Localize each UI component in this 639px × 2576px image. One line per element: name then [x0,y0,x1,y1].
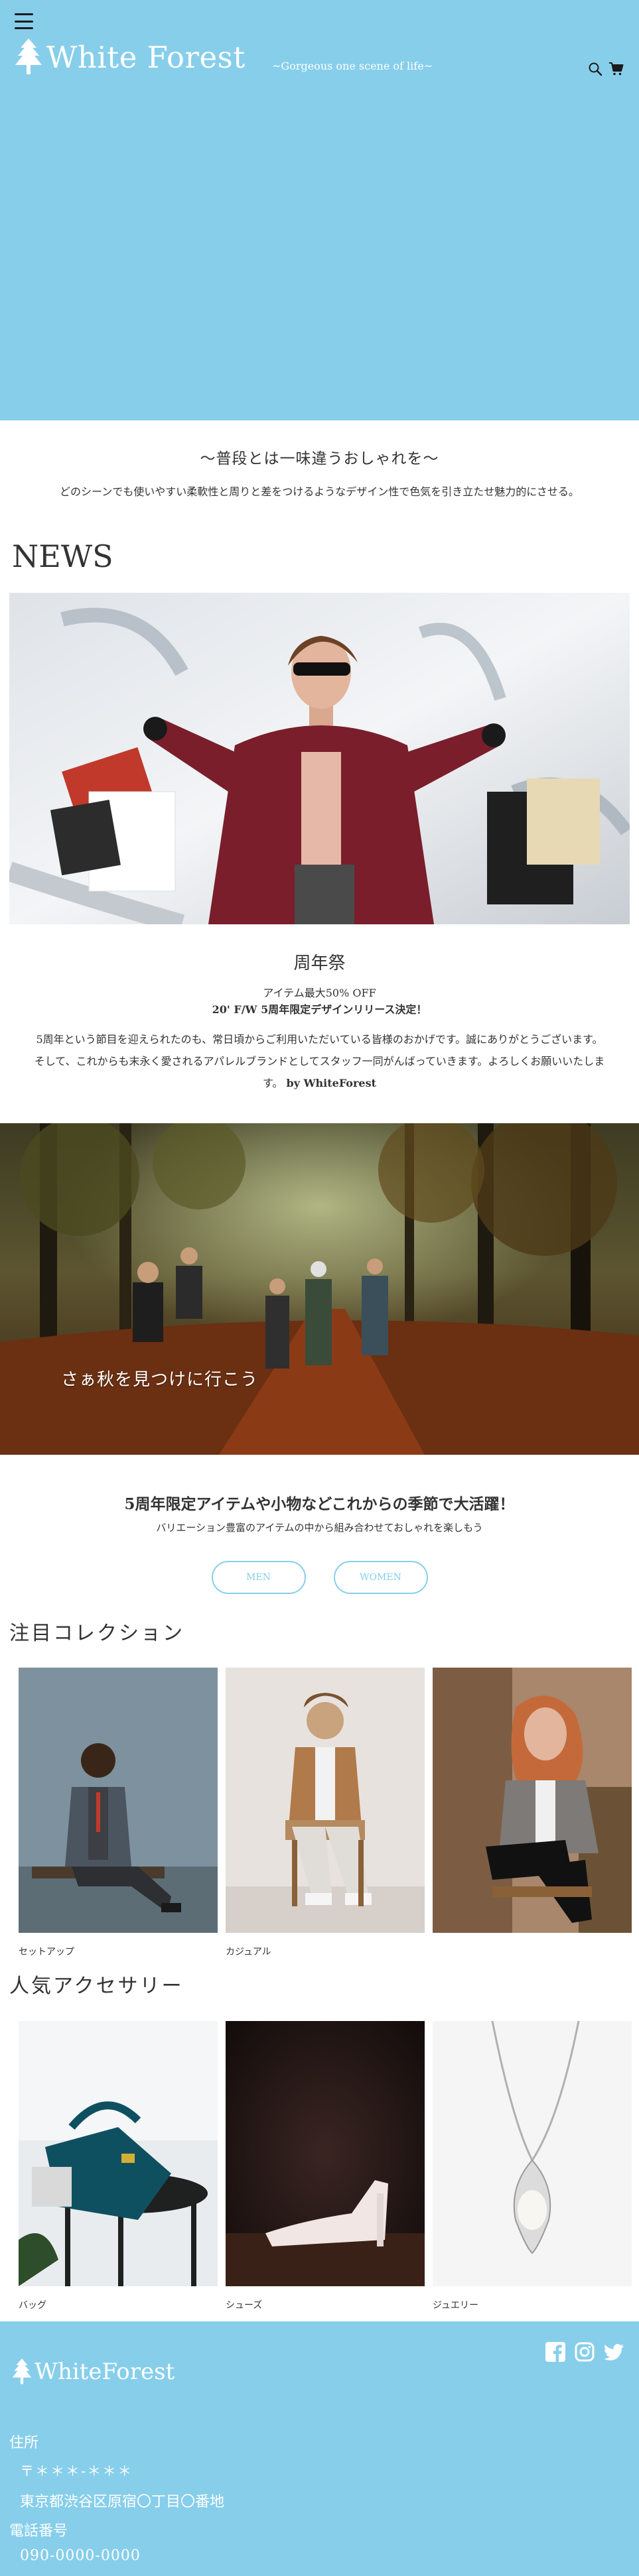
news-heading: NEWS [12,538,113,574]
collection-card-women[interactable] [433,1668,632,1958]
setup-photo [19,1668,218,1933]
promo-subtitle: バリエーション豊富のアイテムの中から組み合わせておしゃれを楽しもう [156,1522,483,1534]
accessory-card-bag[interactable]: バッグ [19,2021,218,2311]
menu-icon[interactable] [15,13,33,29]
news-body-text: 5周年という節目を迎えられたのも、常日頃からご利用いただいている皆様のおかげです… [35,1028,605,1094]
news-line2: 20' F/W 5周年限定デザインリリース決定！ [212,1003,427,1016]
footer-logo[interactable]: WhiteForest [12,2359,175,2385]
footer: WhiteForest 住所 〒＊＊＊-＊＊＊ 東京都渋谷区原宿〇丁目〇番地 電… [0,2321,639,2576]
footer-logo-text: WhiteForest [35,2359,175,2385]
collection-grid: セットアップ カジュアル [19,1668,632,1958]
shoes-photo [226,2021,425,2286]
autumn-caption: さぁ秋を見つけに行こう [61,1370,259,1390]
promo-section: 5周年限定アイテムや小物などこれからの季節で大活躍！ バリエーション豊富のアイテ… [0,1491,639,1534]
accessory-heading: 人気アクセサリー [9,1975,184,1998]
site-logo[interactable]: White Forest [15,38,246,76]
address-label: 住所 [9,2435,39,2451]
tree-icon [15,38,42,74]
promo-title: 5周年限定アイテムや小物などこれからの季節で大活躍！ [124,1495,515,1513]
bag-photo [19,2021,218,2286]
address-line: 東京都渋谷区原宿〇丁目〇番地 [20,2494,225,2510]
gender-buttons: MEN WOMEN [0,1561,639,1594]
search-icon[interactable] [587,61,603,77]
accessory-caption: ジュエリー [433,2300,479,2311]
hero-banner: White Forest ~Gorgeous one scene of life… [0,0,639,420]
news-title: 周年祭 [293,953,346,973]
jewelry-photo [433,2021,632,2286]
news-line1: アイテム最大50% OFF [263,987,376,999]
instagram-icon[interactable] [574,2341,595,2362]
news-image [9,593,630,924]
accessory-caption: シューズ [226,2300,263,2311]
facebook-icon[interactable] [545,2341,566,2362]
accessory-grid: バッグ シューズ ジュエリー [19,2021,632,2311]
intro-title: 〜普段とは一味違うおしゃれを〜 [200,450,439,467]
collection-caption: セットアップ [19,1947,74,1957]
news-subtitle: アイテム最大50% OFF 20' F/W 5周年限定デザインリリース決定！ [0,985,639,1018]
collection-card-setup[interactable]: セットアップ [19,1668,218,1958]
collection-card-casual[interactable]: カジュアル [226,1668,425,1958]
casual-photo [226,1668,425,1933]
tagline: ~Gorgeous one scene of life~ [272,60,433,72]
collection-heading: 注目コレクション [9,1622,184,1645]
tel-number[interactable]: 090-0000-0000 [20,2547,141,2564]
autumn-image [0,1123,639,1455]
accessory-caption: バッグ [19,2300,46,2311]
tel-label: 電話番号 [9,2523,68,2540]
social-links [545,2341,624,2362]
collection-caption: カジュアル [226,1947,271,1957]
news-section: 周年祭 アイテム最大50% OFF 20' F/W 5周年限定デザインリリース決… [0,950,639,1094]
women-photo [433,1668,632,1933]
logo-text: White Forest [46,39,246,75]
address-zip: 〒＊＊＊-＊＊＊ [20,2463,133,2479]
women-button[interactable]: WOMEN [333,1561,428,1594]
accessory-card-shoes[interactable]: シューズ [226,2021,425,2311]
intro-text: どのシーンでも使いやすい柔軟性と周りと差をつけるようなデザイン性で色気を引き立た… [60,485,579,498]
intro-section: 〜普段とは一味違うおしゃれを〜 どのシーンでも使いやすい柔軟性と周りと差をつける… [0,446,639,499]
tree-icon [12,2359,32,2384]
twitter-icon[interactable] [603,2341,624,2362]
news-signature: by WhiteForest [286,1077,376,1089]
accessory-card-jewelry[interactable]: ジュエリー [433,2021,632,2311]
cart-icon[interactable] [608,61,624,77]
men-button[interactable]: MEN [211,1561,306,1594]
